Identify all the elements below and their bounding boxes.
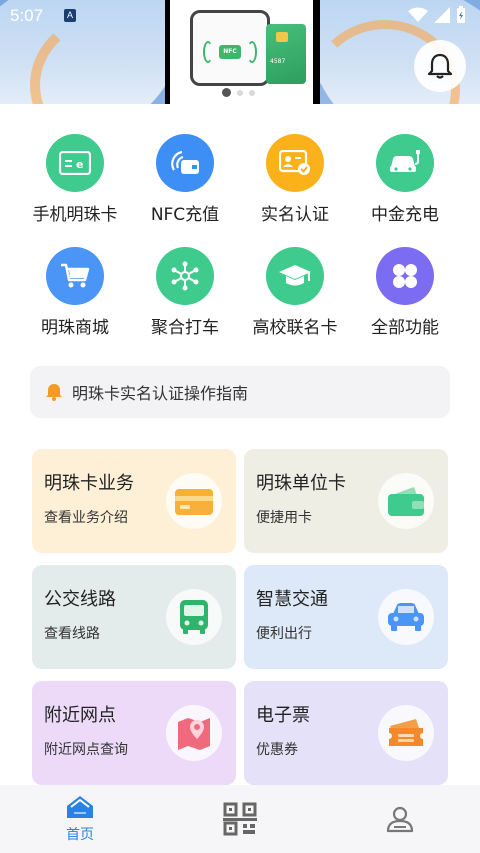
profile-icon bbox=[386, 806, 414, 833]
nav-home-label: 首页 bbox=[66, 827, 94, 843]
card-pearl-card-business[interactable]: 明珠卡业务 查看业务介绍 bbox=[32, 449, 236, 553]
card-e-icon: e bbox=[46, 134, 104, 192]
card-illustration: 4587 bbox=[266, 24, 306, 84]
feature-label: 实名认证 bbox=[261, 205, 329, 225]
id-verify-icon bbox=[266, 134, 324, 192]
shopping-cart-icon bbox=[46, 247, 104, 305]
status-icons bbox=[408, 6, 466, 24]
card-smart-traffic[interactable]: 智慧交通 便利出行 bbox=[244, 565, 448, 669]
wallet-icon bbox=[378, 473, 434, 529]
card-unit-card[interactable]: 明珠单位卡 便捷用卡 bbox=[244, 449, 448, 553]
feature-ev-charging[interactable]: 中金充电 bbox=[350, 134, 460, 225]
feature-label: 高校联名卡 bbox=[252, 318, 338, 338]
home-icon bbox=[67, 796, 93, 818]
bottom-nav: 首页 bbox=[0, 785, 480, 853]
feature-mall[interactable]: 明珠商城 bbox=[20, 247, 130, 338]
bus-icon bbox=[166, 589, 222, 645]
feature-all-functions[interactable]: 全部功能 bbox=[350, 247, 460, 338]
card-number: 4587 bbox=[270, 58, 286, 65]
nav-profile[interactable] bbox=[320, 785, 480, 853]
notice-bar[interactable]: 明珠卡实名认证操作指南 bbox=[30, 366, 450, 418]
status-notification-icon: A bbox=[64, 9, 76, 22]
service-cards: 明珠卡业务 查看业务介绍 明珠单位卡 便捷用卡 公交线路 查看线路 智慧交通 便… bbox=[32, 449, 448, 785]
phone-illustration: NFC bbox=[190, 10, 270, 86]
feature-label: 聚合打车 bbox=[151, 318, 219, 338]
notification-button[interactable] bbox=[414, 40, 466, 92]
feature-grid: e 手机明珠卡 NFC充值 实名认证 中金充电 明珠商城 聚合打车 高校联名卡 … bbox=[20, 134, 460, 338]
card-e-ticket[interactable]: 电子票 优惠券 bbox=[244, 681, 448, 785]
feature-label: 明珠商城 bbox=[41, 318, 109, 338]
nfc-wave-icon bbox=[203, 41, 213, 63]
nfc-wallet-icon bbox=[156, 134, 214, 192]
feature-mobile-card[interactable]: e 手机明珠卡 bbox=[20, 134, 130, 225]
nav-home[interactable]: 首页 bbox=[0, 785, 160, 853]
all-functions-icon bbox=[376, 247, 434, 305]
battery-icon bbox=[457, 6, 465, 23]
carousel-dot[interactable] bbox=[222, 88, 231, 97]
nfc-wave-icon bbox=[247, 41, 257, 63]
chip-icon bbox=[276, 32, 288, 42]
wifi-icon bbox=[408, 7, 428, 22]
qrcode-icon bbox=[223, 802, 257, 836]
card-nearby-outlets[interactable]: 附近网点 附近网点查询 bbox=[32, 681, 236, 785]
svg-text:e: e bbox=[76, 158, 83, 171]
signal-icon bbox=[434, 7, 450, 23]
network-icon bbox=[156, 247, 214, 305]
map-pin-icon bbox=[166, 705, 222, 761]
feature-university-card[interactable]: 高校联名卡 bbox=[240, 247, 350, 338]
card-icon bbox=[166, 473, 222, 529]
card-bus-routes[interactable]: 公交线路 查看线路 bbox=[32, 565, 236, 669]
feature-label: 全部功能 bbox=[371, 318, 439, 338]
banner-slide[interactable]: NFC 4587 bbox=[170, 0, 313, 104]
car-icon bbox=[378, 589, 434, 645]
bell-icon bbox=[46, 384, 62, 401]
status-time: 5:07 bbox=[10, 6, 44, 25]
notice-text: 明珠卡实名认证操作指南 bbox=[72, 384, 249, 403]
feature-ride-hailing[interactable]: 聚合打车 bbox=[130, 247, 240, 338]
feature-label: 中金充电 bbox=[371, 205, 439, 225]
carousel-dot[interactable] bbox=[237, 89, 243, 96]
top-banner[interactable]: NFC 4587 5:07 A bbox=[0, 0, 480, 104]
feature-nfc-recharge[interactable]: NFC充值 bbox=[130, 134, 240, 225]
carousel-dot[interactable] bbox=[249, 89, 255, 96]
ev-charge-icon bbox=[376, 134, 434, 192]
nav-qrcode[interactable] bbox=[160, 785, 320, 853]
bell-icon bbox=[427, 53, 453, 79]
graduation-cap-icon bbox=[266, 247, 324, 305]
nfc-badge: NFC bbox=[219, 45, 241, 59]
ticket-icon bbox=[378, 705, 434, 761]
main-content: e 手机明珠卡 NFC充值 实名认证 中金充电 明珠商城 聚合打车 高校联名卡 … bbox=[0, 104, 480, 785]
feature-label: 手机明珠卡 bbox=[32, 205, 118, 225]
carousel-dots[interactable] bbox=[222, 88, 255, 97]
banner-divider bbox=[313, 0, 320, 104]
feature-real-name[interactable]: 实名认证 bbox=[240, 134, 350, 225]
feature-label: NFC充值 bbox=[150, 205, 220, 225]
